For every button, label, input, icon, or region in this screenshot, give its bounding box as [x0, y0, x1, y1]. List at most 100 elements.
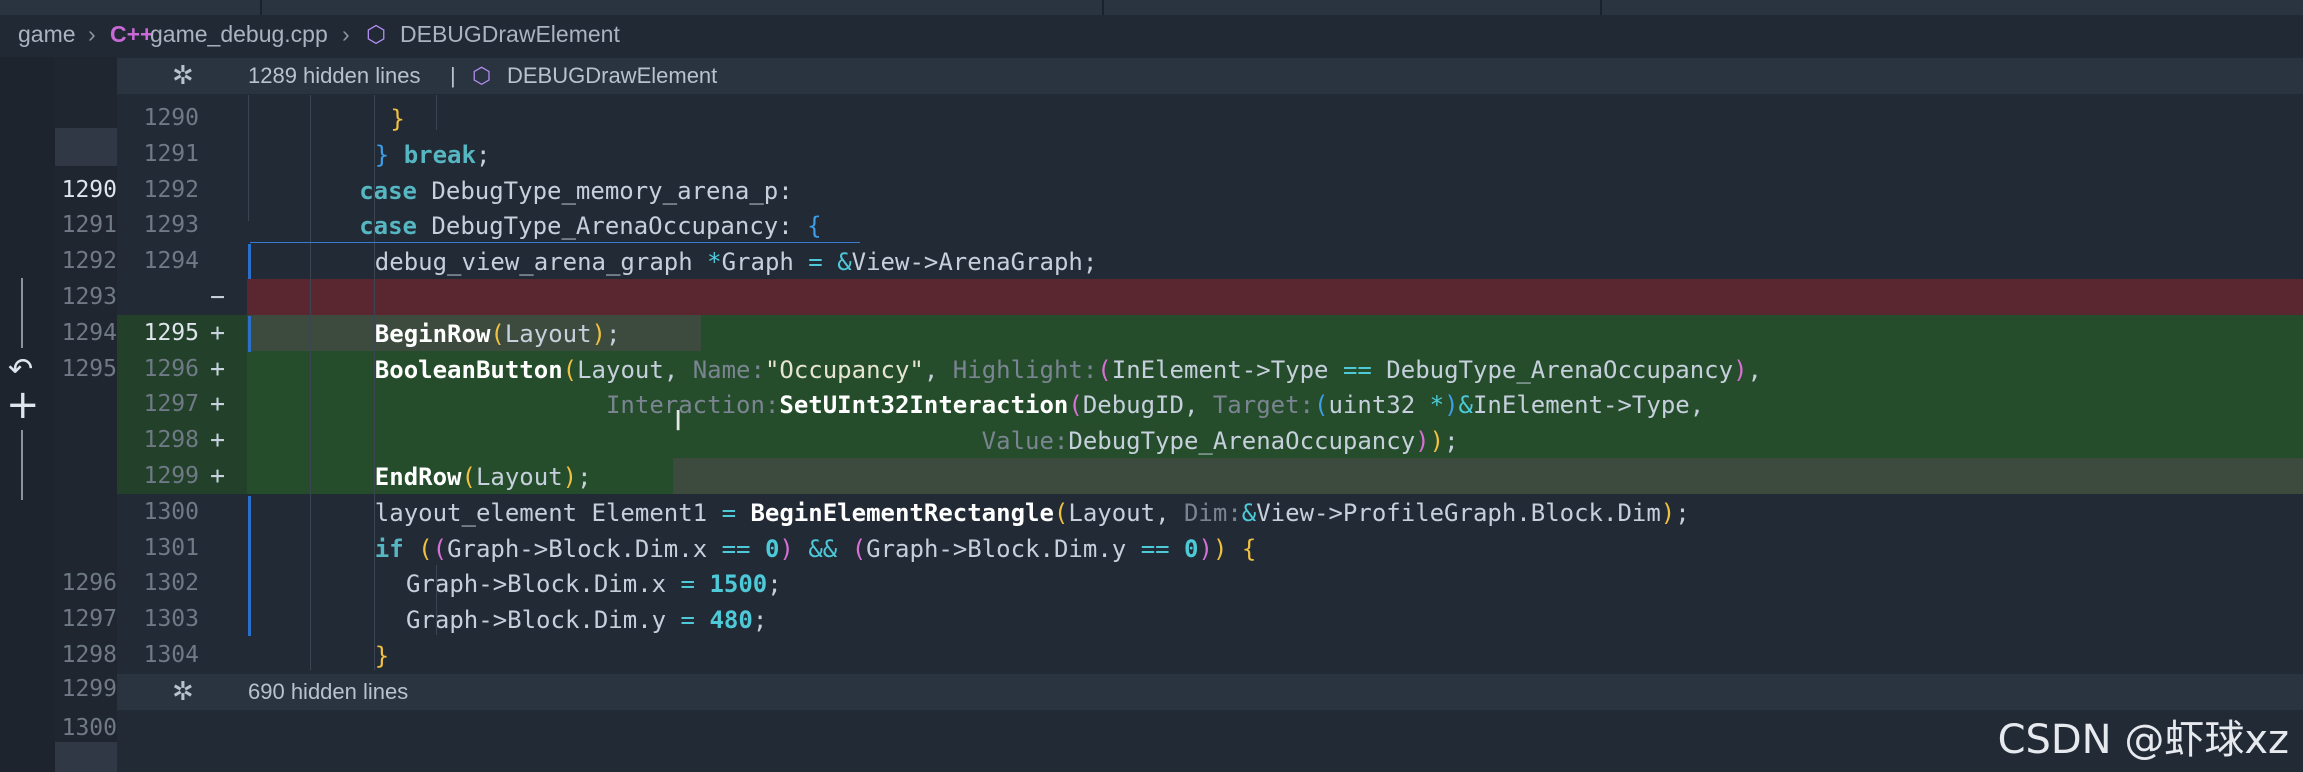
inserted-line[interactable]: 1298 + Value:DebugType_ArenaOccupancy));	[0, 422, 2303, 458]
code-token: (	[461, 463, 476, 491]
code-token: ;	[1444, 427, 1459, 455]
code-token: Graph->Block.Dim.y	[866, 535, 1141, 563]
code-line[interactable]: 1290 1292 case DebugType_memory_arena_p:	[0, 172, 2303, 208]
symbol-cube-icon: ⬡	[472, 63, 492, 88]
code-token: DebugType_memory_arena_p:	[416, 177, 793, 205]
code-token: InElement->Type,	[1472, 391, 1705, 419]
code-line[interactable]: 1300 layout_element Element1 = BeginEleme…	[0, 494, 2303, 530]
breadcrumb-file[interactable]: game_debug.cpp	[150, 21, 328, 48]
code-token: }	[374, 141, 390, 169]
code-token: DebugType_ArenaOccupancy:	[416, 212, 808, 240]
code-token: ;	[475, 141, 491, 169]
deleted-line[interactable]: 1293 −	[0, 279, 2303, 315]
code-text[interactable]: if ((Graph->Block.Dim.x == 0) && (Graph-…	[375, 535, 1257, 563]
code-token: &	[1241, 499, 1257, 527]
code-text[interactable]: BeginRow(Layout);	[375, 320, 621, 348]
code-text[interactable]: Graph->Block.Dim.x = 1500;	[406, 570, 782, 598]
code-line[interactable]: 1292 1294 debug_view_arena_graph *Graph = …	[0, 243, 2303, 279]
unfold-icon[interactable]: ✲	[172, 60, 194, 91]
code-token: uint32	[1328, 391, 1430, 419]
code-line[interactable]: 1301 if ((Graph->Block.Dim.x == 0) && (Gr…	[0, 530, 2303, 566]
code-token: DebugType_ArenaOccupancy	[1371, 356, 1734, 384]
code-token: Graph->Block.Dim.x	[447, 535, 722, 563]
code-line[interactable]: 1297 1303 Graph->Block.Dim.y = 480;	[0, 601, 2303, 637]
breadcrumb: game › C++ game_debug.cpp › ⬡ DEBUGDrawE…	[0, 15, 2303, 57]
code-text[interactable]: case DebugType_ArenaOccupancy: {	[359, 212, 821, 240]
code-line: 1299 1300	[0, 676, 2303, 746]
code-line[interactable]: 1291 } break;	[0, 136, 2303, 172]
code-token: Name:	[692, 356, 765, 384]
code-text[interactable]: }	[375, 642, 389, 670]
inserted-line[interactable]: 1294 1295 + BeginRow(Layout);	[0, 315, 2303, 351]
code-token: Layout	[504, 320, 592, 348]
code-text[interactable]: }	[390, 105, 404, 133]
code-token: BeginRow	[374, 320, 491, 348]
code-token: =	[680, 606, 695, 634]
original-line-number: 1297	[61, 606, 117, 632]
breadcrumb-symbol[interactable]: DEBUGDrawElement	[400, 21, 620, 48]
inserted-line[interactable]: 1295 1296 + BooleanButton(Layout, Name:"Occ…	[0, 351, 2303, 387]
code-token: BooleanButton	[374, 356, 563, 384]
code-token: Interaction:	[605, 391, 780, 419]
line-background	[247, 100, 2303, 136]
chevron-right-icon: ›	[342, 21, 350, 47]
code-token: ==	[721, 535, 751, 563]
code-text[interactable]: Interaction:SetUInt32Interaction(DebugID…	[375, 391, 1704, 419]
gutter-line	[21, 430, 23, 500]
code-token: 0	[1184, 535, 1199, 563]
code-token: )	[591, 320, 606, 348]
original-line-number: 1300	[61, 715, 117, 741]
original-line-number: 1298	[61, 642, 117, 668]
code-token: (	[432, 535, 448, 563]
code-token: Dim:	[1183, 499, 1242, 527]
code-token: )	[562, 463, 578, 491]
insert-marker: +	[210, 425, 226, 454]
code-token: Layout	[475, 463, 563, 491]
breadcrumb-folder[interactable]: game	[18, 21, 76, 48]
unfold-icon[interactable]: ✲	[172, 676, 194, 707]
indent-guide	[374, 95, 375, 670]
insert-marker: +	[210, 389, 226, 418]
code-token: case	[359, 177, 417, 205]
code-token: (	[1053, 499, 1069, 527]
line-background	[247, 136, 2303, 172]
code-token: "Occupancy"	[764, 356, 924, 384]
code-text[interactable]: Graph->Block.Dim.y = 480;	[406, 606, 767, 634]
code-token: 1500	[709, 570, 768, 598]
symbol-cube-icon: ⬡	[366, 21, 387, 47]
hidden-lines-label: 690 hidden lines	[248, 679, 409, 704]
code-token: {	[807, 212, 822, 240]
code-text[interactable]: BooleanButton(Layout, Name:"Occupancy", …	[375, 356, 1762, 384]
code-line[interactable]: 1296 1302 Graph->Block.Dim.x = 1500;	[0, 565, 2303, 601]
code-text[interactable]: EndRow(Layout);	[375, 463, 592, 491]
code-text[interactable]: Value:DebugType_ArenaOccupancy));	[375, 427, 1459, 455]
modified-line-number: 1291	[143, 141, 199, 167]
code-token: (	[490, 320, 505, 348]
inserted-line[interactable]: 1297 + Interaction:SetUInt32Interaction(D…	[0, 386, 2303, 422]
code-token: ,	[1747, 356, 1762, 384]
code-text[interactable]: } break;	[375, 141, 491, 169]
code-token: Graph->Block.Dim.x	[406, 570, 681, 598]
folded-region-bottom[interactable]: ✲ 690 hidden lines	[117, 674, 2303, 710]
insert-marker: +	[210, 354, 226, 383]
code-line[interactable]: 1298 1304}	[0, 637, 2303, 673]
folded-region-top[interactable]: ✲ 1289 hidden lines | ⬡ DEBUGDrawElement	[117, 58, 2303, 94]
code-token: View->ArenaGraph;	[851, 248, 1098, 276]
inserted-line[interactable]: 1299 + EndRow(Layout);	[0, 458, 2303, 494]
tab-strip-segment	[262, 0, 1102, 15]
code-text[interactable]: debug_view_arena_graph *Graph = &View->A…	[375, 248, 1098, 276]
code-text[interactable]: layout_element Element1 = BeginElementRe…	[375, 499, 1690, 527]
code-text[interactable]: case DebugType_memory_arena_p:	[359, 177, 792, 205]
code-token: Target:	[1212, 391, 1315, 419]
stage-plus-icon[interactable]: +	[6, 382, 40, 428]
code-line[interactable]: 1290}	[0, 100, 2303, 136]
original-line-number: 1294	[61, 320, 117, 346]
code-token: ;	[767, 570, 782, 598]
indent-guide	[310, 95, 311, 670]
code-line[interactable]: 1291 1293 case DebugType_ArenaOccupancy: {	[0, 207, 2303, 243]
